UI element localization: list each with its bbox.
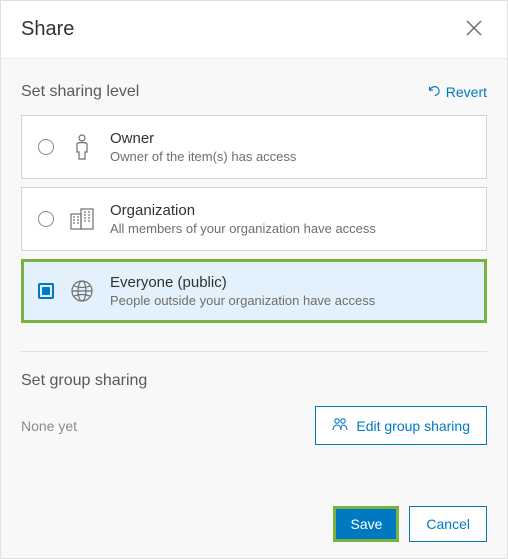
- option-title: Organization: [110, 202, 376, 219]
- owner-icon: [70, 135, 94, 159]
- sharing-options: Owner Owner of the item(s) has access: [21, 115, 487, 323]
- sharing-level-title: Set sharing level: [21, 83, 139, 101]
- option-desc: All members of your organization have ac…: [110, 221, 376, 236]
- dialog-title: Share: [21, 18, 74, 41]
- option-desc: People outside your organization have ac…: [110, 293, 375, 308]
- cancel-button[interactable]: Cancel: [409, 506, 487, 542]
- dialog-header: Share: [1, 1, 507, 59]
- section-divider: [21, 351, 487, 352]
- dialog-footer: Save Cancel: [1, 490, 507, 558]
- sharing-option-everyone[interactable]: Everyone (public) People outside your or…: [21, 259, 487, 323]
- sharing-option-organization[interactable]: Organization All members of your organiz…: [21, 187, 487, 251]
- group-icon: [332, 417, 348, 434]
- option-text: Owner Owner of the item(s) has access: [110, 130, 296, 164]
- revert-icon: [426, 84, 440, 101]
- option-title: Owner: [110, 130, 296, 147]
- organization-icon: [70, 207, 94, 231]
- sharing-level-header: Set sharing level Revert: [21, 83, 487, 101]
- globe-icon: [70, 279, 94, 303]
- group-sharing-row: None yet Edit group sharing: [21, 406, 487, 445]
- close-icon: [465, 25, 483, 40]
- option-title: Everyone (public): [110, 274, 375, 291]
- radio-everyone: [38, 283, 54, 299]
- option-desc: Owner of the item(s) has access: [110, 149, 296, 164]
- edit-group-label: Edit group sharing: [356, 418, 470, 434]
- dialog-content: Set sharing level Revert Owner Owner of …: [1, 59, 507, 490]
- close-button[interactable]: [461, 15, 487, 44]
- revert-button[interactable]: Revert: [426, 84, 487, 101]
- sharing-option-owner[interactable]: Owner Owner of the item(s) has access: [21, 115, 487, 179]
- edit-group-sharing-button[interactable]: Edit group sharing: [315, 406, 487, 445]
- radio-organization: [38, 211, 54, 227]
- radio-owner: [38, 139, 54, 155]
- group-sharing-none: None yet: [21, 418, 77, 434]
- revert-label: Revert: [446, 84, 487, 100]
- option-text: Organization All members of your organiz…: [110, 202, 376, 236]
- group-sharing-title: Set group sharing: [21, 372, 487, 390]
- save-button[interactable]: Save: [333, 506, 399, 542]
- option-text: Everyone (public) People outside your or…: [110, 274, 375, 308]
